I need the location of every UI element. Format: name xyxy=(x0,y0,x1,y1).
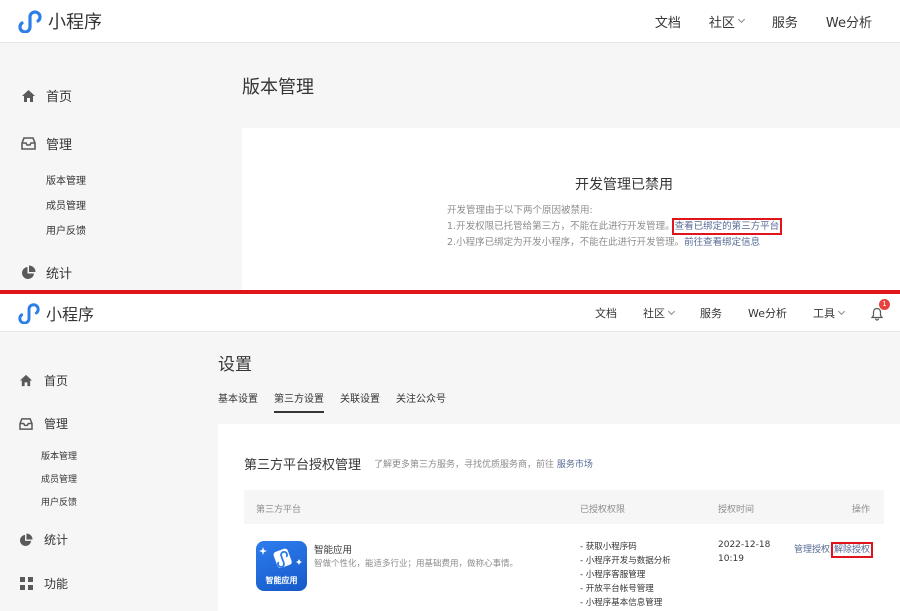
nav-community[interactable]: 社区 xyxy=(643,305,676,321)
permission-item: - 小程序开发与数据分析 xyxy=(580,556,671,566)
top-navbar: 小程序 文档 社区 服务 We分析 工具 1 xyxy=(0,294,900,332)
auth-date: 2022-12-18 xyxy=(718,540,771,550)
sidebar-item-stats[interactable]: 统计 xyxy=(18,531,68,548)
reason-2-text: 2.小程序已绑定为开发小程序，不能在此进行开发管理。 xyxy=(447,237,685,248)
pie-chart-icon xyxy=(20,265,36,281)
tab-follow-official-account[interactable]: 关注公众号 xyxy=(396,390,446,413)
settings-tabs: 基本设置 第三方设置 关联设置 关注公众号 xyxy=(218,390,462,413)
app-icon: 智能应用 xyxy=(256,541,307,591)
app-icon-label: 智能应用 xyxy=(265,576,298,585)
nav-we-analytics[interactable]: We分析 xyxy=(748,305,787,321)
logo-text: 小程序 xyxy=(46,305,95,324)
sidebar-sub-feedback[interactable]: 用户反馈 xyxy=(41,495,77,508)
table-header: 第三方平台 已授权权限 授权时间 操作 xyxy=(244,490,884,524)
page-title: 版本管理 xyxy=(242,77,314,98)
version-management-screen: 小程序 文档 社区 服务 We分析 首页 管理 版本管理 成员管理 用户反馈 统… xyxy=(0,0,900,290)
reason-1-text: 1.开发权限已托管给第三方，不能在此进行开发管理。 xyxy=(447,221,675,232)
col-actions: 操作 xyxy=(852,505,871,515)
sparkle-icon xyxy=(259,547,302,569)
notifications[interactable]: 1 xyxy=(870,298,890,321)
sidebar-item-label: 统计 xyxy=(46,267,73,282)
notice-title: 开发管理已禁用 xyxy=(575,177,673,193)
sidebar-item-label: 管理 xyxy=(44,417,69,431)
permission-item: - 小程序客服管理 xyxy=(580,570,646,580)
nav-tools-label: 工具 xyxy=(813,306,835,320)
notice-reason-2: 2.小程序已绑定为开发小程序，不能在此进行开发管理。前往查看绑定信息 xyxy=(447,234,760,248)
nav-docs[interactable]: 文档 xyxy=(655,12,681,31)
sidebar-item-label: 功能 xyxy=(44,577,69,591)
notice-intro: 开发管理由于以下两个原因被禁用: xyxy=(447,205,593,216)
sidebar-item-manage[interactable]: 管理 xyxy=(18,415,68,432)
permission-item: - 小程序基本信息管理 xyxy=(580,598,663,608)
col-permissions: 已授权权限 xyxy=(580,505,626,515)
inbox-icon xyxy=(20,136,36,152)
sidebar-item-stats[interactable]: 统计 xyxy=(20,263,72,282)
nav-services[interactable]: 服务 xyxy=(700,305,722,321)
tab-third-party-settings[interactable]: 第三方设置 xyxy=(274,390,324,413)
section-note-text: 了解更多第三方服务，寻找优质服务商，前往 xyxy=(374,460,555,470)
nav-we-analytics[interactable]: We分析 xyxy=(826,12,872,31)
col-auth-time: 授权时间 xyxy=(718,505,755,515)
sidebar-item-label: 首页 xyxy=(46,90,73,105)
chevron-down-icon xyxy=(667,307,676,315)
chevron-down-icon xyxy=(737,15,745,24)
section-note: 了解更多第三方服务，寻找优质服务商，前往 服务市场 xyxy=(374,457,593,470)
home-icon xyxy=(18,373,34,389)
sidebar-sub-feedback[interactable]: 用户反馈 xyxy=(46,222,86,237)
view-binding-info-link[interactable]: 前往查看绑定信息 xyxy=(684,237,760,248)
chevron-down-icon xyxy=(837,307,846,315)
sidebar-item-label: 首页 xyxy=(44,374,69,388)
app-description: 智做个性化，能适多行业；用基础费用，做称心事情。 xyxy=(314,559,519,569)
miniprogram-logo-icon xyxy=(18,10,42,33)
auth-time: 10:19 xyxy=(718,554,744,564)
third-party-auth-card: 第三方平台授权管理 了解更多第三方服务，寻找优质服务商，前往 服务市场 第三方平… xyxy=(218,424,900,611)
view-bound-third-party-link[interactable]: 查看已绑定的第三方平台 xyxy=(671,218,783,235)
notification-badge: 1 xyxy=(879,298,890,310)
sidebar-item-features[interactable]: 功能 xyxy=(18,575,68,592)
app-name: 智能应用 xyxy=(314,545,353,556)
sidebar-sub-version[interactable]: 版本管理 xyxy=(46,172,86,187)
tab-basic-settings[interactable]: 基本设置 xyxy=(218,390,258,413)
logo-text: 小程序 xyxy=(48,12,102,33)
col-platform: 第三方平台 xyxy=(256,505,302,515)
nav-services[interactable]: 服务 xyxy=(772,12,798,31)
settings-screen: 小程序 文档 社区 服务 We分析 工具 1 首页 管理 版本管理 成员管理 用… xyxy=(0,294,900,611)
nav-community-label: 社区 xyxy=(708,15,735,31)
nav-docs[interactable]: 文档 xyxy=(595,305,617,321)
nav-tools[interactable]: 工具 xyxy=(813,305,846,321)
sidebar-sub-version[interactable]: 版本管理 xyxy=(41,449,77,462)
sidebar-sub-members[interactable]: 成员管理 xyxy=(41,472,77,485)
permission-item: - 获取小程序码 xyxy=(580,542,637,552)
page-title: 设置 xyxy=(218,355,252,375)
disabled-notice-card: 开发管理已禁用 开发管理由于以下两个原因被禁用: 1.开发权限已托管给第三方，不… xyxy=(242,128,900,290)
home-icon xyxy=(20,88,36,104)
sidebar-item-home[interactable]: 首页 xyxy=(18,372,68,389)
inbox-icon xyxy=(18,416,34,432)
nav-community-label: 社区 xyxy=(643,306,665,320)
revoke-authorization-link[interactable]: 解除授权 xyxy=(831,542,874,558)
manage-authorization-link[interactable]: 管理授权 xyxy=(794,545,830,555)
pie-chart-icon xyxy=(18,532,34,548)
nav-community[interactable]: 社区 xyxy=(708,12,745,31)
logo[interactable]: 小程序 xyxy=(18,301,94,325)
notice-reason-1: 1.开发权限已托管给第三方，不能在此进行开发管理。查看已绑定的第三方平台 xyxy=(447,218,783,235)
section-title: 第三方平台授权管理 xyxy=(244,458,362,473)
permission-item: - 开放平台帐号管理 xyxy=(580,584,654,594)
logo[interactable]: 小程序 xyxy=(18,8,102,34)
sidebar-item-label: 统计 xyxy=(44,533,69,547)
top-navbar: 小程序 文档 社区 服务 We分析 xyxy=(0,0,900,43)
sidebar-item-manage[interactable]: 管理 xyxy=(20,134,72,153)
miniprogram-logo-icon xyxy=(18,303,40,324)
sidebar-sub-members[interactable]: 成员管理 xyxy=(46,197,86,212)
sidebar-item-home[interactable]: 首页 xyxy=(20,86,72,105)
top-nav: 文档 社区 服务 We分析 工具 1 xyxy=(595,294,900,331)
top-nav: 文档 社区 服务 We分析 xyxy=(655,0,900,42)
sidebar-item-label: 管理 xyxy=(46,138,73,153)
tab-associated-settings[interactable]: 关联设置 xyxy=(340,390,380,413)
service-market-link[interactable]: 服务市场 xyxy=(557,460,593,470)
table-row: 智能应用 智能应用 智做个性化，能适多行业；用基础费用，做称心事情。 - 获取小… xyxy=(244,536,884,611)
row-actions: 管理授权 解除授权 xyxy=(794,542,874,558)
grid-icon xyxy=(18,576,34,592)
